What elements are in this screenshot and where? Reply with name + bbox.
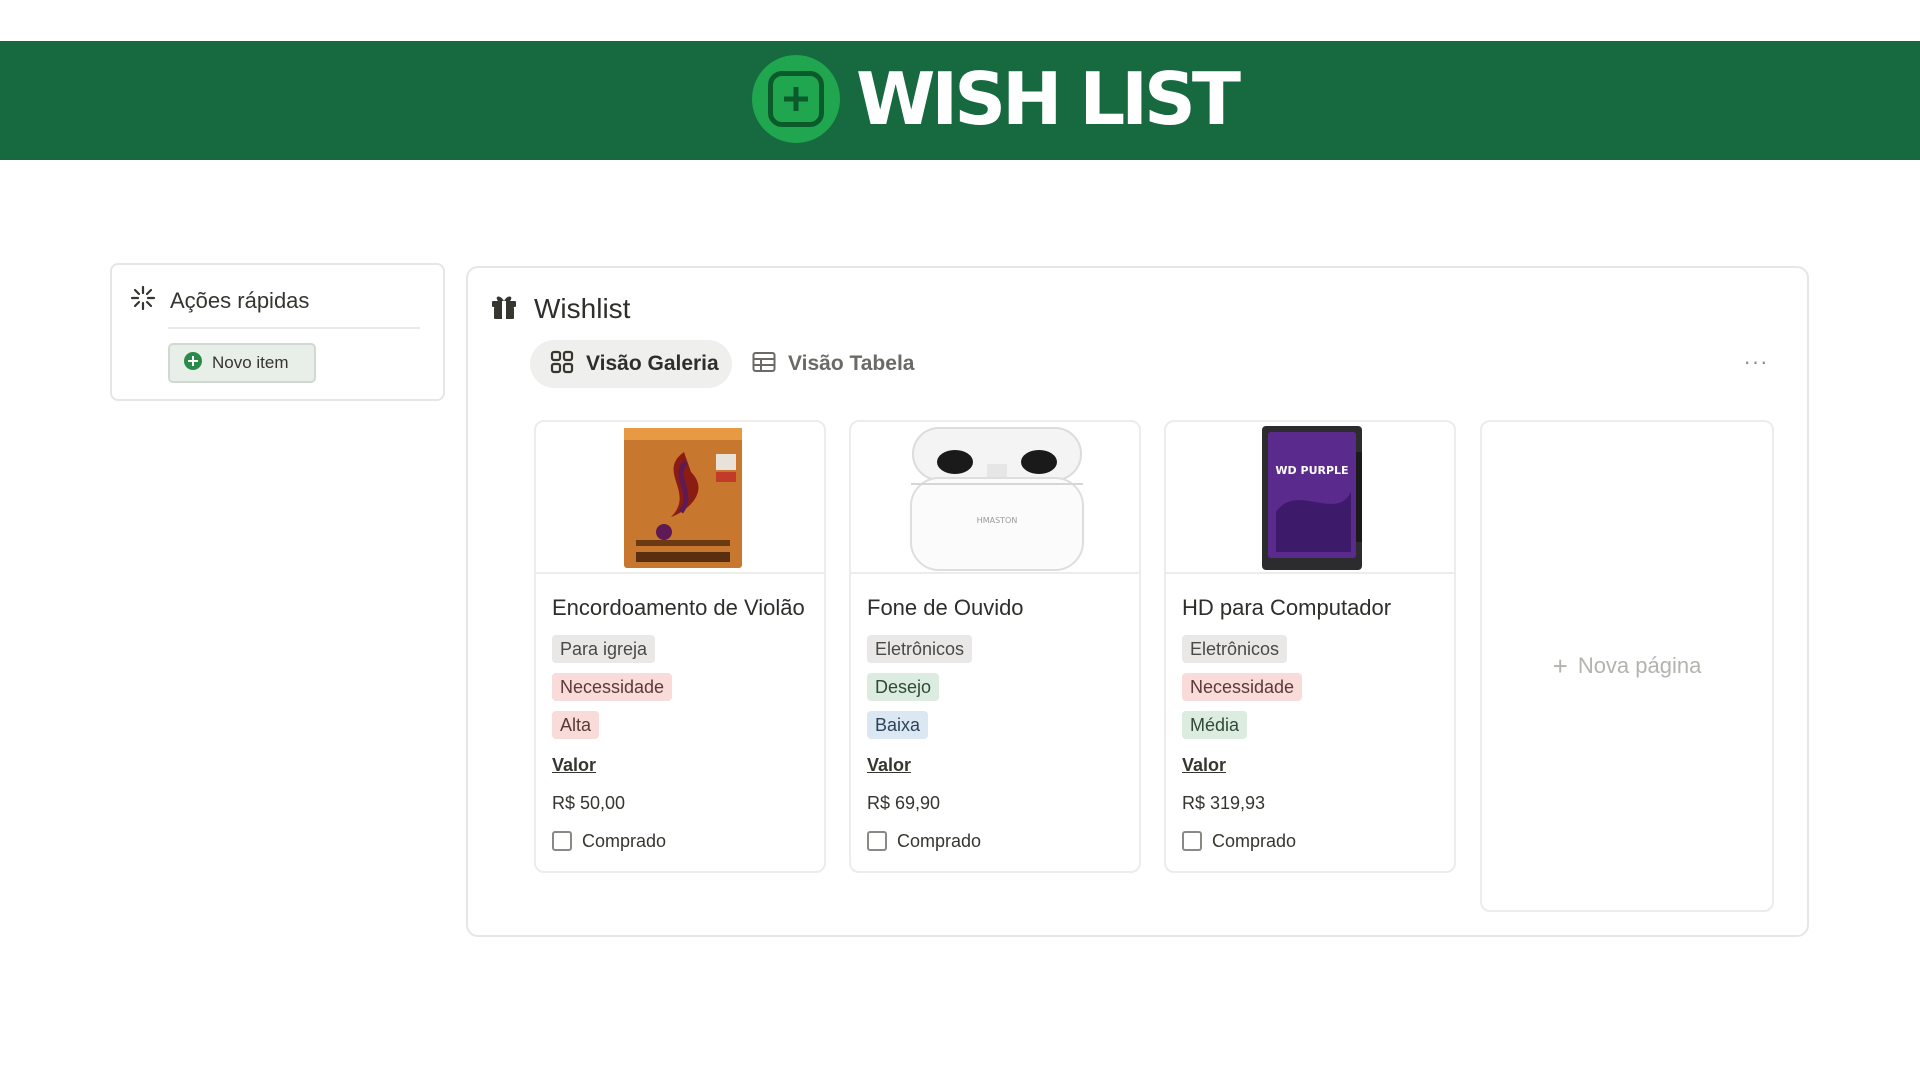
card-image: WD PURPLE — [1166, 422, 1454, 574]
plus-circle-icon — [184, 351, 202, 375]
tab-table-label: Visão Tabela — [788, 352, 915, 375]
banner-title: WISH LIST — [856, 57, 1241, 141]
earbuds-case-image: HMASTON — [910, 427, 1084, 571]
card-title: Fone de Ouvido — [867, 595, 1024, 620]
new-item-label: Novo item — [212, 353, 289, 372]
quick-actions-header: Ações rápidas — [130, 285, 309, 316]
wishlist-header: Wishlist — [490, 292, 630, 325]
more-options-button[interactable]: ··· — [1740, 348, 1772, 376]
grid-icon — [550, 350, 574, 379]
type-tag: Desejo — [867, 673, 940, 701]
priority-tag: Baixa — [867, 711, 929, 739]
gallery-card[interactable]: Encordoamento de Violão Para igreja Nece… — [534, 420, 826, 873]
purchased-label: Comprado — [582, 830, 667, 851]
category-tag: Eletrônicos — [867, 635, 973, 663]
category-tag: Eletrônicos — [1182, 635, 1288, 663]
value-amount: R$ 319,93 — [1182, 793, 1266, 813]
banner-content: WISH LIST — [752, 55, 1241, 143]
type-tag: Necessidade — [1182, 673, 1303, 701]
purchased-label: Comprado — [1212, 830, 1297, 851]
tab-table-view[interactable]: Visão Tabela — [752, 340, 914, 388]
card-title: Encordoamento de Violão — [552, 595, 805, 620]
value-label: Valor — [552, 755, 597, 775]
card-title: HD para Computador — [1182, 595, 1392, 620]
value-label: Valor — [1182, 755, 1227, 775]
purchased-checkbox[interactable] — [1182, 831, 1202, 851]
gallery-card[interactable]: WD PURPLE HD para Computador Eletrônicos… — [1164, 420, 1456, 873]
banner: WISH LIST — [0, 41, 1920, 160]
purchased-label: Comprado — [897, 830, 982, 851]
hard-drive-image: WD PURPLE — [1262, 426, 1362, 570]
gallery-card[interactable]: HMASTON Fone de Ouvido Eletrônicos Desej… — [849, 420, 1141, 873]
plus-icon: + — [1552, 650, 1568, 681]
guitar-strings-package-image — [624, 428, 742, 568]
value-amount: R$ 69,90 — [867, 793, 941, 813]
svg-text:WD PURPLE: WD PURPLE — [1275, 464, 1348, 477]
type-tag: Necessidade — [552, 673, 673, 701]
new-item-button[interactable]: Novo item — [168, 343, 316, 383]
divider — [168, 327, 420, 329]
sparkle-loading-icon — [130, 285, 156, 316]
value-amount: R$ 50,00 — [552, 793, 626, 813]
tab-gallery-view[interactable]: Visão Galeria — [530, 340, 732, 388]
card-image — [536, 422, 824, 574]
card-image: HMASTON — [851, 422, 1139, 574]
wishlist-panel: Wishlist Visão Galeria Visão Tabela ··· — [466, 266, 1809, 937]
new-page-card[interactable]: + Nova página — [1480, 420, 1774, 912]
wishlist-title: Wishlist — [534, 292, 631, 324]
new-page-label: Nova página — [1577, 653, 1702, 678]
category-tag: Para igreja — [552, 635, 656, 663]
table-icon — [752, 351, 776, 378]
svg-text:HMASTON: HMASTON — [977, 516, 1018, 525]
plus-circle-logo-icon — [752, 55, 840, 143]
priority-tag: Média — [1182, 711, 1248, 739]
value-label: Valor — [867, 755, 912, 775]
quick-actions-title: Ações rápidas — [170, 287, 310, 313]
gift-icon — [490, 292, 518, 325]
purchased-checkbox[interactable] — [867, 831, 887, 851]
quick-actions-panel: Ações rápidas Novo item — [110, 263, 445, 401]
tab-gallery-label: Visão Galeria — [586, 352, 719, 375]
priority-tag: Alta — [552, 711, 600, 739]
purchased-checkbox[interactable] — [552, 831, 572, 851]
